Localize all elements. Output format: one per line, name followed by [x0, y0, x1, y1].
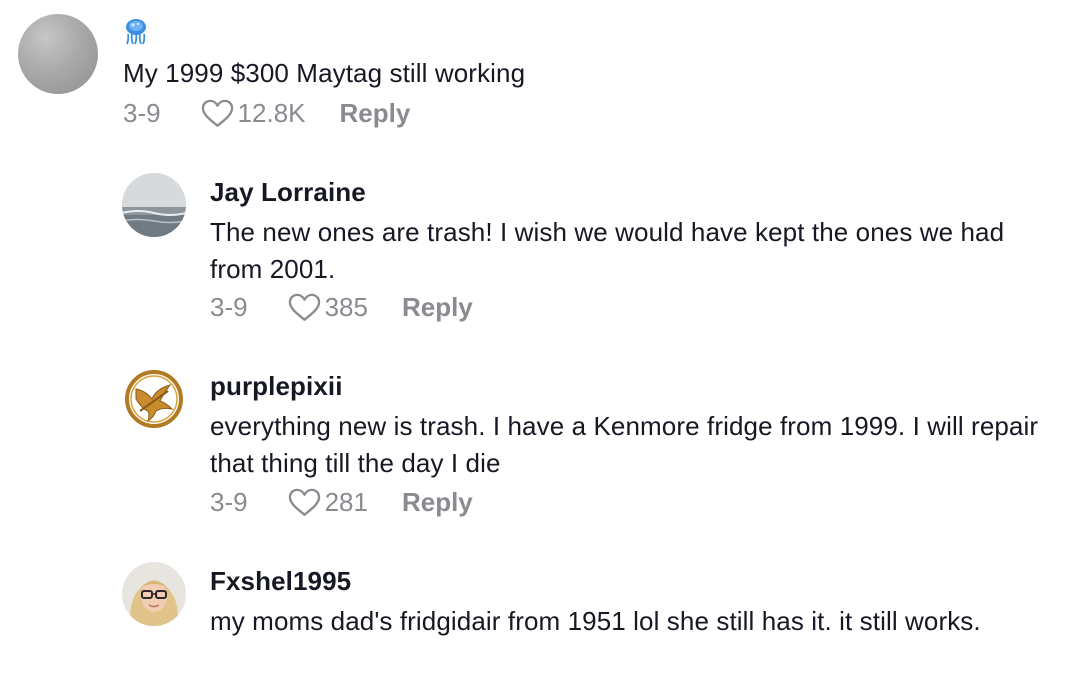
comment-meta: 3-9 12.8K Reply — [123, 98, 410, 129]
reply-button[interactable]: Reply — [402, 487, 473, 518]
username[interactable]: Jay Lorraine — [210, 177, 366, 208]
jellyfish-emoji-icon — [126, 19, 146, 45]
woman-with-glasses-avatar[interactable] — [122, 562, 186, 626]
heart-icon — [201, 99, 233, 127]
comment-date: 3-9 — [210, 292, 248, 322]
comment-text: everything new is trash. I have a Kenmor… — [210, 411, 1039, 478]
seascape-avatar[interactable] — [122, 173, 186, 237]
mockingjay-pin-avatar[interactable] — [122, 367, 186, 431]
like-count: 281 — [324, 487, 368, 517]
mockingjay-pin-icon — [122, 367, 186, 431]
like-count: 385 — [324, 292, 368, 322]
seascape-avatar-image — [122, 173, 186, 237]
comment-meta: 3-9 281 Reply — [210, 487, 473, 518]
comment-meta: 3-9 385 Reply — [210, 292, 473, 323]
avatar[interactable] — [18, 14, 98, 94]
comment-date: 3-9 — [210, 487, 248, 517]
like-button[interactable]: 12.8K — [201, 98, 306, 129]
comment-date: 3-9 — [123, 98, 161, 128]
woman-with-glasses-image — [122, 562, 186, 626]
comment-text: My 1999 $300 Maytag still working — [123, 58, 526, 88]
comment-text: The new ones are trash! I wish we would … — [210, 217, 1005, 284]
like-button[interactable]: 281 — [288, 487, 368, 518]
username[interactable]: Fxshel1995 — [210, 566, 351, 597]
like-button[interactable]: 385 — [288, 292, 368, 323]
heart-icon — [288, 488, 320, 516]
heart-icon — [288, 293, 320, 321]
reply-button[interactable]: Reply — [340, 98, 411, 129]
reply-button[interactable]: Reply — [402, 292, 473, 323]
username[interactable]: purplepixii — [210, 371, 343, 402]
like-count: 12.8K — [237, 98, 306, 128]
comment-text: my moms dad's fridgidair from 1951 lol s… — [210, 606, 981, 636]
